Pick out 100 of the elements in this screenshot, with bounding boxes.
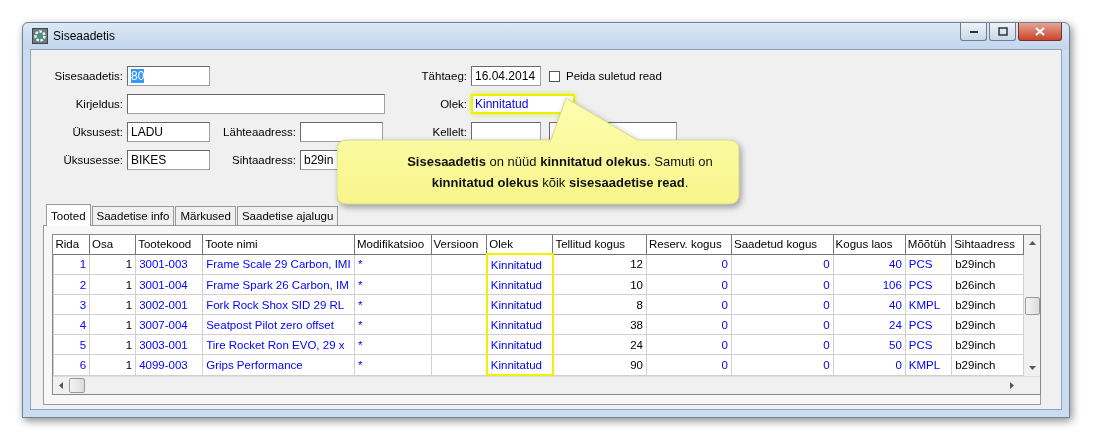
table-cell: 90 — [552, 354, 647, 375]
column-header[interactable]: Versioon — [431, 235, 487, 254]
table-cell: Kinnitatud — [486, 254, 553, 275]
text-field[interactable] — [300, 122, 383, 142]
tab[interactable]: Märkused — [175, 206, 236, 225]
table-cell: 12 — [552, 254, 647, 275]
table-cell: b29inch — [951, 294, 1024, 315]
gear-icon — [32, 28, 48, 44]
column-header[interactable]: Modifikatsioo — [354, 235, 432, 254]
scroll-right-icon — [1010, 382, 1014, 389]
column-header[interactable]: Tellitud kogus — [552, 235, 647, 254]
table-cell: b29inch — [951, 354, 1024, 375]
table-cell: 3002-001 — [135, 294, 203, 315]
column-header[interactable]: Kogus laos — [833, 235, 906, 254]
table-cell: b29inch — [951, 254, 1024, 275]
field-label: Sisesaadetis: — [53, 70, 124, 82]
table-cell: 1 — [89, 274, 136, 295]
table-cell: 3001-004 — [135, 274, 203, 295]
table-cell: 1 — [53, 254, 90, 275]
table-cell: * — [354, 334, 432, 355]
column-header[interactable]: Olek — [486, 235, 553, 254]
table-cell: Frame Spark 26 Carbon, IM — [202, 274, 355, 295]
table-cell: 8 — [552, 294, 647, 315]
close-icon — [1035, 27, 1045, 36]
date-field[interactable]: 16.04.2014 — [471, 66, 541, 86]
scroll-thumb[interactable] — [69, 378, 85, 393]
text-field[interactable] — [471, 122, 541, 142]
table-cell: 24 — [552, 334, 647, 355]
table-cell: PCS — [905, 334, 952, 355]
column-header[interactable]: Mõõtüh — [905, 235, 952, 254]
scroll-thumb[interactable] — [1024, 296, 1040, 315]
column-header[interactable]: Tootekood — [135, 235, 203, 254]
table-cell: 3001-003 — [135, 254, 203, 275]
table-cell: 3007-004 — [135, 314, 203, 335]
table-cell: 1 — [89, 254, 136, 275]
scroll-left-icon — [59, 382, 63, 389]
table-cell: Kinnitatud — [486, 274, 553, 295]
table-cell: 50 — [833, 334, 906, 355]
column-header[interactable]: Reserv. kogus — [646, 235, 732, 254]
table-cell: Frame Scale 29 Carbon, IMI — [202, 254, 355, 275]
tab[interactable]: Tooted — [46, 204, 91, 226]
table-cell: Tire Rocket Ron EVO, 29 x — [202, 334, 355, 355]
tab[interactable]: Saadetise info — [91, 206, 175, 225]
table-cell: 0 — [731, 274, 834, 295]
table-cell: * — [354, 314, 432, 335]
table-cell: 1 — [89, 294, 136, 315]
text-field[interactable]: BIKES — [127, 150, 210, 170]
field-label: Sihtaadress: — [231, 154, 297, 166]
table-cell: Grips Performance — [202, 354, 355, 375]
table-cell: 3 — [53, 294, 90, 315]
table-cell: PCS — [905, 314, 952, 335]
minimize-button[interactable] — [960, 23, 987, 41]
table-cell: PCS — [905, 254, 952, 275]
field-label: Kirjeldus: — [74, 98, 124, 110]
table-cell: * — [354, 294, 432, 315]
table-cell: 0 — [646, 274, 732, 295]
table-cell: 6 — [53, 354, 90, 375]
status-field: Kinnitatud — [471, 94, 575, 114]
table-cell: 24 — [833, 314, 906, 335]
table-cell: 0 — [646, 334, 732, 355]
table-cell: KMPL — [905, 354, 952, 375]
table-cell: 38 — [552, 314, 647, 335]
table-cell: Kinnitatud — [486, 314, 553, 335]
column-header[interactable]: Osa — [89, 235, 136, 254]
table-cell: 4 — [53, 314, 90, 335]
table-cell: 0 — [731, 354, 834, 375]
table-cell: 2 — [53, 274, 90, 295]
column-header[interactable]: Toote nimi — [202, 235, 355, 254]
text-field[interactable] — [127, 94, 385, 114]
horizontal-scrollbar[interactable] — [53, 376, 1040, 394]
table-cell: * — [354, 254, 432, 275]
table-cell: 10 — [552, 274, 647, 295]
table-cell: 0 — [646, 254, 732, 275]
table-cell: 0 — [731, 294, 834, 315]
table-cell: 0 — [646, 314, 732, 335]
hide-closed-checkbox[interactable]: Peida suletud read — [549, 70, 662, 82]
close-button[interactable] — [1018, 23, 1062, 41]
field-label: Olek: — [439, 98, 468, 110]
column-header[interactable]: Rida — [53, 235, 90, 254]
table-cell: PCS — [905, 274, 952, 295]
maximize-button[interactable] — [989, 23, 1016, 41]
table-cell: 4099-003 — [135, 354, 203, 375]
column-header[interactable]: Saadetud kogus — [731, 235, 834, 254]
table-cell: * — [354, 274, 432, 295]
table-cell: 1 — [89, 354, 136, 375]
table-cell: 0 — [646, 354, 732, 375]
column-header[interactable]: Sihtaadress — [951, 235, 1024, 254]
text-field[interactable]: LADU — [127, 122, 210, 142]
table-cell: 40 — [833, 254, 906, 275]
tab[interactable]: Saadetise ajalugu — [236, 206, 339, 225]
vertical-scrollbar[interactable] — [1024, 235, 1040, 376]
table-cell: 1 — [89, 314, 136, 335]
table-cell: 0 — [833, 354, 906, 375]
table-cell: Fork Rock Shox SID 29 RL — [202, 294, 355, 315]
table-cell: 0 — [646, 294, 732, 315]
table-cell: b29inch — [951, 314, 1024, 335]
window-title: Siseaadetis — [53, 29, 116, 43]
table-cell: Kinnitatud — [486, 334, 553, 355]
table-cell: * — [354, 354, 432, 375]
table-cell: 0 — [731, 254, 834, 275]
